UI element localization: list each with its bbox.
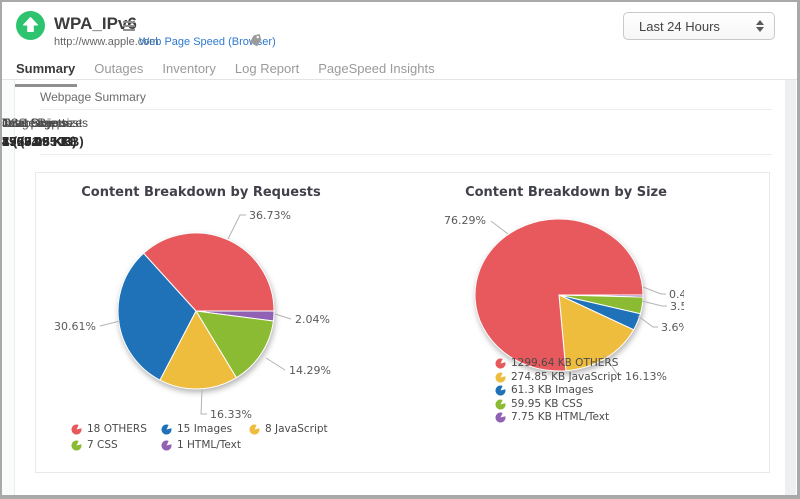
up-arrow-icon: [16, 11, 45, 40]
app-window: WPA_IPv6 http://www.apple.com Web Page S…: [0, 0, 800, 499]
legend-item[interactable]: 61.3 KB Images: [495, 384, 621, 398]
pie-label-images: 3.6%: [661, 321, 684, 334]
legend-item[interactable]: 7 CSS: [71, 438, 161, 453]
hamburger-menu-icon[interactable]: [123, 21, 135, 31]
summary-divider-top: [40, 109, 772, 110]
legend-label: 59.95 KB CSS: [511, 398, 583, 412]
pie-label-line: [643, 287, 666, 294]
pie-chart-size: 0.45%3.52%3.6%16.13%76.29%: [403, 198, 684, 468]
legend-requests: 18 OTHERS 15 Images 8 JavaScript 7 CSS 1 HTM…: [71, 422, 328, 453]
legend-label: 274.85 KB JavaScript: [511, 371, 621, 385]
tab-log-report[interactable]: Log Report: [233, 57, 301, 87]
tab-inventory[interactable]: Inventory: [160, 57, 217, 87]
tab-outages[interactable]: Outages: [92, 57, 145, 87]
legend-item[interactable]: 15 Images: [161, 422, 249, 437]
pie-label-javascript: 16.33%: [210, 408, 252, 421]
pie-label-css: 14.29%: [289, 364, 331, 377]
legend-item[interactable]: 1 HTML/Text: [161, 438, 249, 453]
header-divider: [2, 79, 797, 80]
pie-label-html-text: 2.04%: [295, 313, 330, 326]
pie-label-others: 36.73%: [249, 209, 291, 222]
legend-item[interactable]: 7.75 KB HTML/Text: [495, 411, 621, 425]
pie-glyph-icon: [495, 385, 506, 396]
time-range-value: Last 24 Hours: [639, 19, 756, 34]
summary-divider-bottom: [40, 154, 772, 155]
pie-glyph-icon: [495, 372, 506, 383]
pie-label-css: 3.52%: [670, 300, 684, 313]
webpage-summary-title: Webpage Summary: [40, 90, 146, 104]
pie-label-line: [275, 314, 291, 319]
select-updown-icon: [756, 20, 764, 32]
pie-glyph-icon: [71, 424, 82, 435]
legend-item[interactable]: 59.95 KB CSS: [495, 398, 621, 412]
legend-item[interactable]: 8 JavaScript: [249, 422, 328, 437]
legend-label: 61.3 KB Images: [511, 384, 594, 398]
legend-label: 18 OTHERS: [87, 422, 147, 437]
tab-bar: Summary Outages Inventory Log Report Pag…: [14, 57, 437, 87]
pie-glyph-icon: [71, 440, 82, 451]
tag-icon[interactable]: [248, 33, 264, 53]
pie-label-line: [100, 321, 120, 326]
metric-total-page-size: Total page size 1703.49 KB: [2, 116, 82, 149]
pie-label-line: [266, 358, 285, 370]
legend-label: 7 CSS: [87, 438, 118, 453]
pie-glyph-icon: [161, 424, 172, 435]
pie-label-javascript: 16.13%: [625, 370, 667, 383]
pie-label-line: [638, 316, 658, 327]
pie-label-line: [491, 221, 508, 234]
legend-label: 8 JavaScript: [265, 422, 328, 437]
legend-label: 1 HTML/Text: [177, 438, 241, 453]
time-range-select[interactable]: Last 24 Hours: [623, 12, 775, 40]
legend-label: 15 Images: [177, 422, 232, 437]
legend-item[interactable]: 18 OTHERS: [71, 422, 161, 437]
pie-label-others: 76.29%: [444, 214, 486, 227]
legend-label: 1299.64 KB OTHERS: [511, 357, 618, 371]
pie-label-images: 30.61%: [54, 320, 96, 333]
pie-glyph-icon: [495, 412, 506, 423]
vertical-scrollbar[interactable]: [785, 80, 796, 497]
legend-size: 1299.64 KB OTHERS274.85 KB JavaScript61.…: [495, 357, 621, 425]
pie-glyph-icon: [495, 399, 506, 410]
pie-label-line: [642, 301, 667, 306]
pie-glyph-icon: [249, 424, 260, 435]
pie-glyph-icon: [161, 440, 172, 451]
legend-item[interactable]: 274.85 KB JavaScript: [495, 371, 621, 385]
pie-label-line: [201, 390, 207, 414]
legend-label: 7.75 KB HTML/Text: [511, 411, 609, 425]
tab-summary[interactable]: Summary: [14, 57, 77, 87]
tab-pagespeed-insights[interactable]: PageSpeed Insights: [316, 57, 436, 87]
monitor-status-up-icon: [16, 11, 45, 40]
pie-glyph-icon: [495, 358, 506, 369]
pie-label-line: [228, 215, 246, 239]
content-breakdown-panel: Content Breakdown by Requests Content Br…: [35, 172, 770, 473]
legend-item[interactable]: 1299.64 KB OTHERS: [495, 357, 621, 371]
